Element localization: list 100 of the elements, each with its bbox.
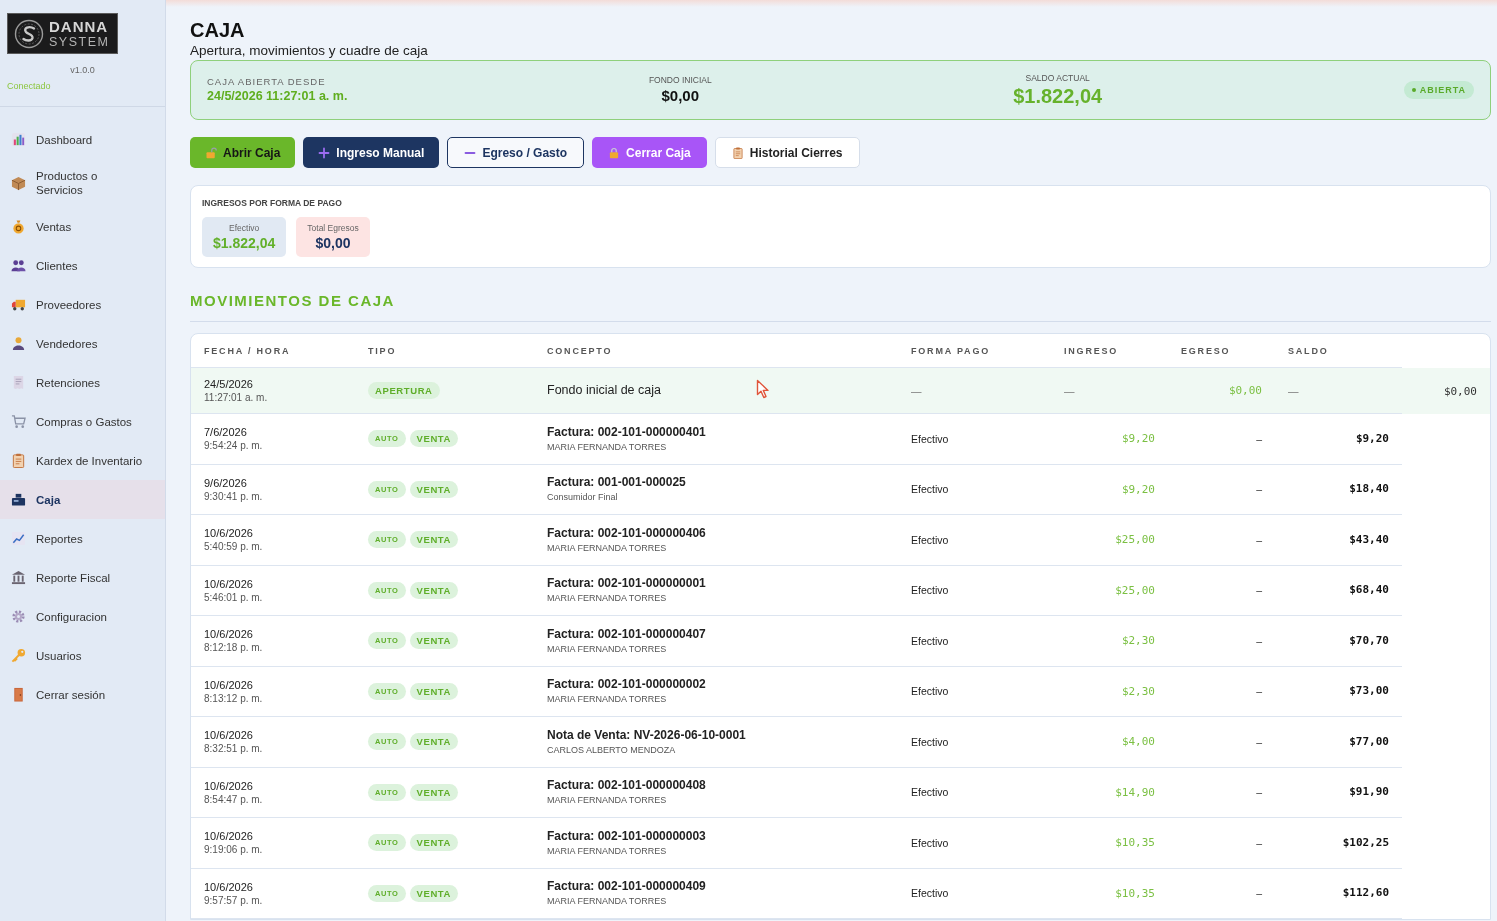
table-cell: $2,30 [1051, 666, 1168, 717]
emblem-icon [14, 18, 44, 49]
table-cell: Efectivo [898, 616, 1051, 667]
table-cell: $2,30 [1051, 616, 1168, 667]
type-tag: VENTA [409, 581, 458, 599]
table-cell: $18,40 [1275, 464, 1402, 515]
time-text: 5:40:59 p. m. [204, 540, 263, 554]
date-text: 10/6/2026 [204, 627, 253, 642]
table-cell: – [1168, 515, 1275, 566]
close-cash-button[interactable]: Cerrar Caja [592, 137, 707, 168]
time-text: 9:54:24 p. m. [204, 439, 263, 453]
date-text: 10/6/2026 [204, 829, 253, 844]
sidebar-item[interactable]: Retenciones [0, 363, 165, 402]
type-tag: VENTA [409, 783, 458, 801]
current-balance-label: SALDO ACTUAL [1025, 72, 1090, 84]
customer-text: MARIA FERNANDA TORRES [547, 895, 667, 908]
sidebar-item[interactable]: Configuracion [0, 597, 165, 636]
date-text: 9/6/2026 [204, 475, 247, 490]
sidebar-item[interactable]: Compras o Gastos [0, 402, 165, 441]
table-cell: Efectivo [898, 767, 1051, 818]
sidebar-item[interactable]: Reporte Fiscal [0, 558, 165, 597]
table-cell: – [1168, 868, 1275, 919]
sidebar-item[interactable]: Proveedores [0, 285, 165, 324]
open-cash-button[interactable]: Abrir Caja [190, 137, 296, 168]
table-cell: $77,00 [1275, 717, 1402, 768]
customer-text: MARIA FERNANDA TORRES [547, 642, 667, 655]
time-text: 8:13:12 p. m. [204, 691, 263, 705]
sidebar-item[interactable]: Dashboard [0, 120, 165, 159]
type-tag: VENTA [409, 632, 458, 650]
logo-subtitle: SYSTEM [49, 34, 110, 49]
sidebar-item[interactable]: Clientes [0, 246, 165, 285]
date-text: 10/6/2026 [204, 728, 253, 743]
customer-text: MARIA FERNANDA TORRES [547, 844, 667, 857]
expense-button[interactable]: Egreso / Gasto [447, 137, 585, 168]
tile-label: Efectivo [229, 223, 260, 234]
table-cell: – [1168, 767, 1275, 818]
sidebar-item[interactable]: Usuarios [0, 636, 165, 675]
sidebar-item[interactable]: Reportes [0, 519, 165, 558]
manual-income-button[interactable]: Ingreso Manual [303, 137, 440, 168]
opened-since-value: 24/5/2026 11:27:01 a. m. [207, 88, 348, 104]
sidebar-item[interactable]: Vendedores [0, 324, 165, 363]
bar-chart-icon [11, 132, 26, 147]
sidebar-item[interactable]: Productos o Servicios [0, 159, 165, 207]
date-text: 10/6/2026 [204, 677, 253, 692]
bank-icon [11, 570, 26, 585]
time-text: 9:30:41 p. m. [204, 489, 263, 503]
date-text: 10/6/2026 [204, 778, 253, 793]
type-tag: VENTA [409, 884, 458, 902]
receipt-icon [11, 375, 26, 390]
door-icon [11, 687, 26, 702]
concept-text: Factura: 001-001-000025 [547, 475, 686, 491]
concept-text: Factura: 002-101-000000408 [547, 778, 706, 794]
initial-fund-value: $0,00 [661, 86, 700, 105]
clipboard-icon [11, 453, 26, 468]
date-text: 10/6/2026 [204, 879, 253, 894]
tile-value: $0,00 [315, 234, 351, 252]
table-cell: $4,00 [1051, 717, 1168, 768]
customer-text: CARLOS ALBERTO MENDOZA [547, 743, 676, 756]
time-text: 8:54:47 p. m. [204, 792, 263, 806]
table-cell: $9,20 [1275, 414, 1402, 465]
table-cell: $91,90 [1275, 767, 1402, 818]
table-cell: $25,00 [1051, 515, 1168, 566]
table-cell: $0,00 [1168, 368, 1275, 414]
logo-name: DANNA [49, 18, 110, 35]
type-tag: VENTA [409, 682, 458, 700]
concept-text: Factura: 002-101-000000002 [547, 677, 706, 693]
line-chart-icon [11, 531, 26, 546]
table-cell: Efectivo [898, 868, 1051, 919]
sidebar-item[interactable]: Cerrar sesión [0, 675, 165, 714]
table-cell: $73,00 [1275, 666, 1402, 717]
table-cell: $25,00 [1051, 565, 1168, 616]
status-text: ABIERTA [1419, 85, 1466, 95]
page-subtitle: Apertura, movimientos y cuadre de caja [190, 42, 429, 60]
cart-icon [11, 414, 26, 429]
people-icon [11, 258, 26, 273]
table-cell: $9,20 [1051, 414, 1168, 465]
closing-history-button[interactable]: Historial Cierres [714, 137, 860, 168]
date-text: 10/6/2026 [204, 526, 253, 541]
gear-icon [11, 609, 26, 624]
table-cell: $43,40 [1275, 515, 1402, 566]
table-cell: — [1275, 368, 1402, 414]
sidebar-item[interactable]: Ventas [0, 207, 165, 246]
sidebar-item[interactable]: Kardex de Inventario [0, 441, 165, 480]
table-cell: Efectivo [898, 818, 1051, 869]
table-cell: $10,35 [1051, 868, 1168, 919]
cash-register-icon [11, 492, 26, 507]
date-text: 7/6/2026 [204, 425, 247, 440]
table-cell: Efectivo [898, 717, 1051, 768]
initial-fund-label: FONDO INICIAL [648, 75, 712, 86]
table-cell: $9,20 [1051, 464, 1168, 515]
section-title: MOVIMIENTOS DE CAJA [190, 292, 395, 310]
concept-text: Factura: 002-101-000000401 [547, 424, 706, 440]
table-cell: $70,70 [1275, 616, 1402, 667]
tile-label: Total Egresos [307, 223, 359, 234]
table-cell: – [1168, 414, 1275, 465]
sidebar-item[interactable]: Caja [0, 480, 165, 519]
date-text: 24/5/2026 [204, 377, 253, 391]
table-cell: – [1168, 616, 1275, 667]
table-cell: Efectivo [898, 464, 1051, 515]
customer-text: MARIA FERNANDA TORRES [547, 794, 667, 807]
